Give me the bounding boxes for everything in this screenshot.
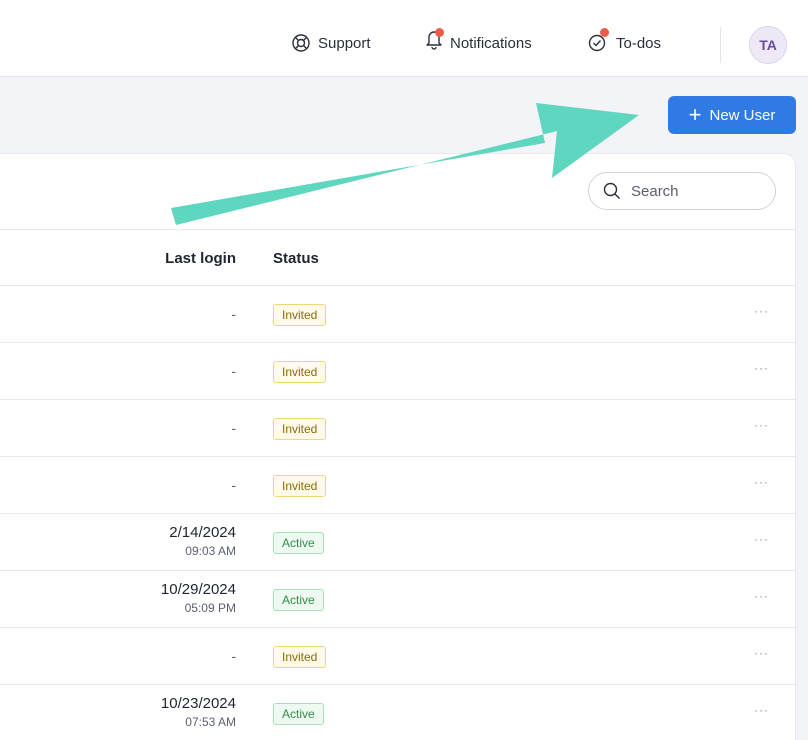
last-login-time: 05:09 PM	[184, 601, 236, 615]
column-header-status[interactable]: Status	[273, 250, 319, 267]
last-login-time: 07:53 AM	[185, 715, 236, 729]
todos-link[interactable]: To-dos	[588, 28, 662, 53]
row-menu-button[interactable]: ···	[754, 646, 769, 660]
status-badge: Invited	[273, 646, 327, 668]
row-menu-button[interactable]: ···	[754, 361, 769, 375]
plus-icon: +	[688, 102, 702, 127]
check-circle-icon	[588, 28, 610, 53]
status-badge: Invited	[273, 361, 327, 383]
todos-dot	[600, 28, 609, 37]
last-login-cell: -	[0, 648, 236, 666]
last-login-empty: -	[231, 648, 236, 664]
last-login-date: 10/29/2024	[160, 581, 236, 598]
table-row[interactable]: - Invited ···	[0, 286, 796, 343]
last-login-cell: -	[0, 306, 236, 324]
table-row[interactable]: 10/23/2024 07:53 AM Active ···	[0, 685, 796, 740]
row-menu-button[interactable]: ···	[754, 418, 769, 432]
status-badge: Active	[273, 589, 324, 611]
column-header-last-login[interactable]: Last login	[0, 250, 236, 267]
status-badge: Invited	[273, 304, 327, 326]
last-login-empty: -	[231, 306, 236, 322]
row-menu-button[interactable]: ···	[754, 304, 769, 318]
support-label: Support	[318, 34, 371, 52]
last-login-cell: -	[0, 420, 236, 438]
search-input[interactable]	[631, 182, 751, 200]
search-field[interactable]	[588, 172, 776, 210]
row-menu-button[interactable]: ···	[754, 589, 769, 603]
table-row[interactable]: - Invited ···	[0, 628, 796, 685]
last-login-cell: 10/29/2024 05:09 PM	[0, 581, 236, 615]
support-link[interactable]: Support	[291, 33, 371, 53]
avatar[interactable]: TA	[749, 26, 787, 64]
status-badge: Invited	[273, 418, 327, 440]
header-divider	[720, 27, 721, 63]
last-login-date: 10/23/2024	[160, 695, 236, 712]
table-row[interactable]: - Invited ···	[0, 400, 796, 457]
notifications-link[interactable]: Notifications	[424, 28, 532, 52]
last-login-empty: -	[231, 420, 236, 436]
new-user-button[interactable]: + New User	[668, 96, 796, 134]
last-login-empty: -	[231, 477, 236, 493]
search-icon	[603, 182, 620, 199]
top-bar: Support Notifications To-dos TA	[0, 0, 808, 77]
last-login-empty: -	[231, 363, 236, 379]
last-login-cell: 10/23/2024 07:53 AM	[0, 695, 236, 729]
notifications-label: Notifications	[450, 35, 532, 52]
last-login-date: 2/14/2024	[169, 524, 236, 541]
table-row[interactable]: - Invited ···	[0, 457, 796, 514]
todos-label: To-dos	[616, 35, 662, 52]
status-badge: Active	[273, 703, 324, 725]
table-row[interactable]: - Invited ···	[0, 343, 796, 400]
table-row[interactable]: 10/29/2024 05:09 PM Active ···	[0, 571, 796, 628]
notification-dot	[435, 28, 444, 37]
table-header: Last login Status	[0, 229, 796, 286]
last-login-cell: 2/14/2024 09:03 AM	[0, 524, 236, 558]
last-login-cell: -	[0, 477, 236, 495]
row-menu-button[interactable]: ···	[754, 703, 769, 717]
last-login-cell: -	[0, 363, 236, 381]
bell-icon	[424, 28, 446, 52]
table-row[interactable]: 2/14/2024 09:03 AM Active ···	[0, 514, 796, 571]
lifebuoy-icon	[292, 34, 310, 52]
row-menu-button[interactable]: ···	[754, 532, 769, 546]
status-badge: Active	[273, 532, 324, 554]
status-badge: Invited	[273, 475, 327, 497]
new-user-label: New User	[709, 106, 776, 124]
last-login-time: 09:03 AM	[185, 544, 236, 558]
row-menu-button[interactable]: ···	[754, 475, 769, 489]
